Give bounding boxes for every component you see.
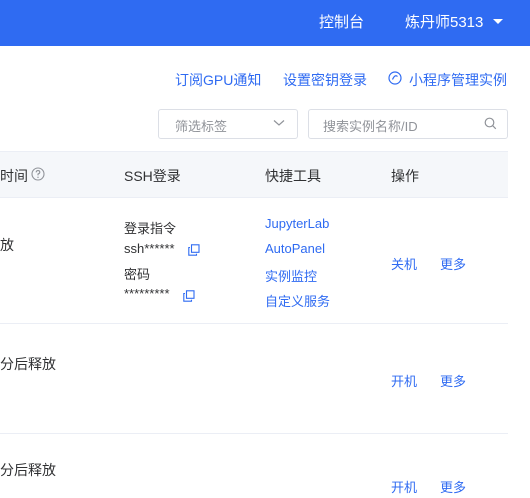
- row-time-text: 放: [0, 237, 14, 253]
- ssh-key-link[interactable]: 设置密钥登录: [283, 70, 367, 90]
- power-on-button[interactable]: 开机: [391, 477, 417, 496]
- help-icon[interactable]: [31, 167, 45, 181]
- ssh-command-label: 登录指令: [124, 221, 177, 236]
- col-ssh-header: SSH登录: [124, 168, 181, 184]
- more-button[interactable]: 更多: [440, 254, 466, 273]
- row-time-text: 分后释放: [0, 462, 56, 478]
- gpu-notice-link[interactable]: 订阅GPU通知: [175, 70, 261, 90]
- more-button[interactable]: 更多: [440, 371, 466, 390]
- top-nav-bar: 控制台 炼丹师5313: [0, 0, 530, 46]
- power-on-button[interactable]: 开机: [391, 371, 417, 390]
- password-label: 密码: [124, 267, 151, 282]
- password-value: *********: [124, 286, 170, 301]
- col-ops-header: 操作: [391, 168, 419, 184]
- row-divider: [0, 433, 508, 434]
- tag-filter-placeholder: 筛选标签: [175, 119, 228, 134]
- mini-program-icon[interactable]: [388, 71, 402, 85]
- col-time-header: 时间: [0, 168, 28, 184]
- row-time-text: 分后释放: [0, 356, 56, 372]
- chevron-down-icon[interactable]: [273, 119, 285, 127]
- more-button[interactable]: 更多: [440, 477, 466, 496]
- tool-jupyterlab-link[interactable]: JupyterLab: [265, 216, 329, 231]
- caret-down-icon[interactable]: [493, 19, 503, 24]
- user-menu[interactable]: 炼丹师5313: [405, 11, 483, 32]
- row-divider: [0, 323, 508, 324]
- mini-program-link[interactable]: 小程序管理实例: [409, 70, 507, 90]
- search-input[interactable]: 搜索实例名称/ID: [308, 109, 508, 139]
- col-tools-header: 快捷工具: [265, 168, 321, 184]
- search-placeholder: 搜索实例名称/ID: [323, 119, 418, 134]
- tool-autopanel-link[interactable]: AutoPanel: [265, 241, 325, 256]
- copy-icon[interactable]: [183, 290, 195, 302]
- search-icon[interactable]: [484, 117, 497, 130]
- table-header: 时间 SSH登录 快捷工具 操作: [0, 151, 508, 198]
- shutdown-button[interactable]: 关机: [391, 254, 417, 273]
- console-link[interactable]: 控制台: [319, 11, 364, 32]
- copy-icon[interactable]: [188, 244, 200, 256]
- tool-monitor-link[interactable]: 实例监控: [265, 266, 317, 285]
- ssh-command-value: ssh******: [124, 241, 175, 256]
- tool-custom-service-link[interactable]: 自定义服务: [265, 291, 330, 310]
